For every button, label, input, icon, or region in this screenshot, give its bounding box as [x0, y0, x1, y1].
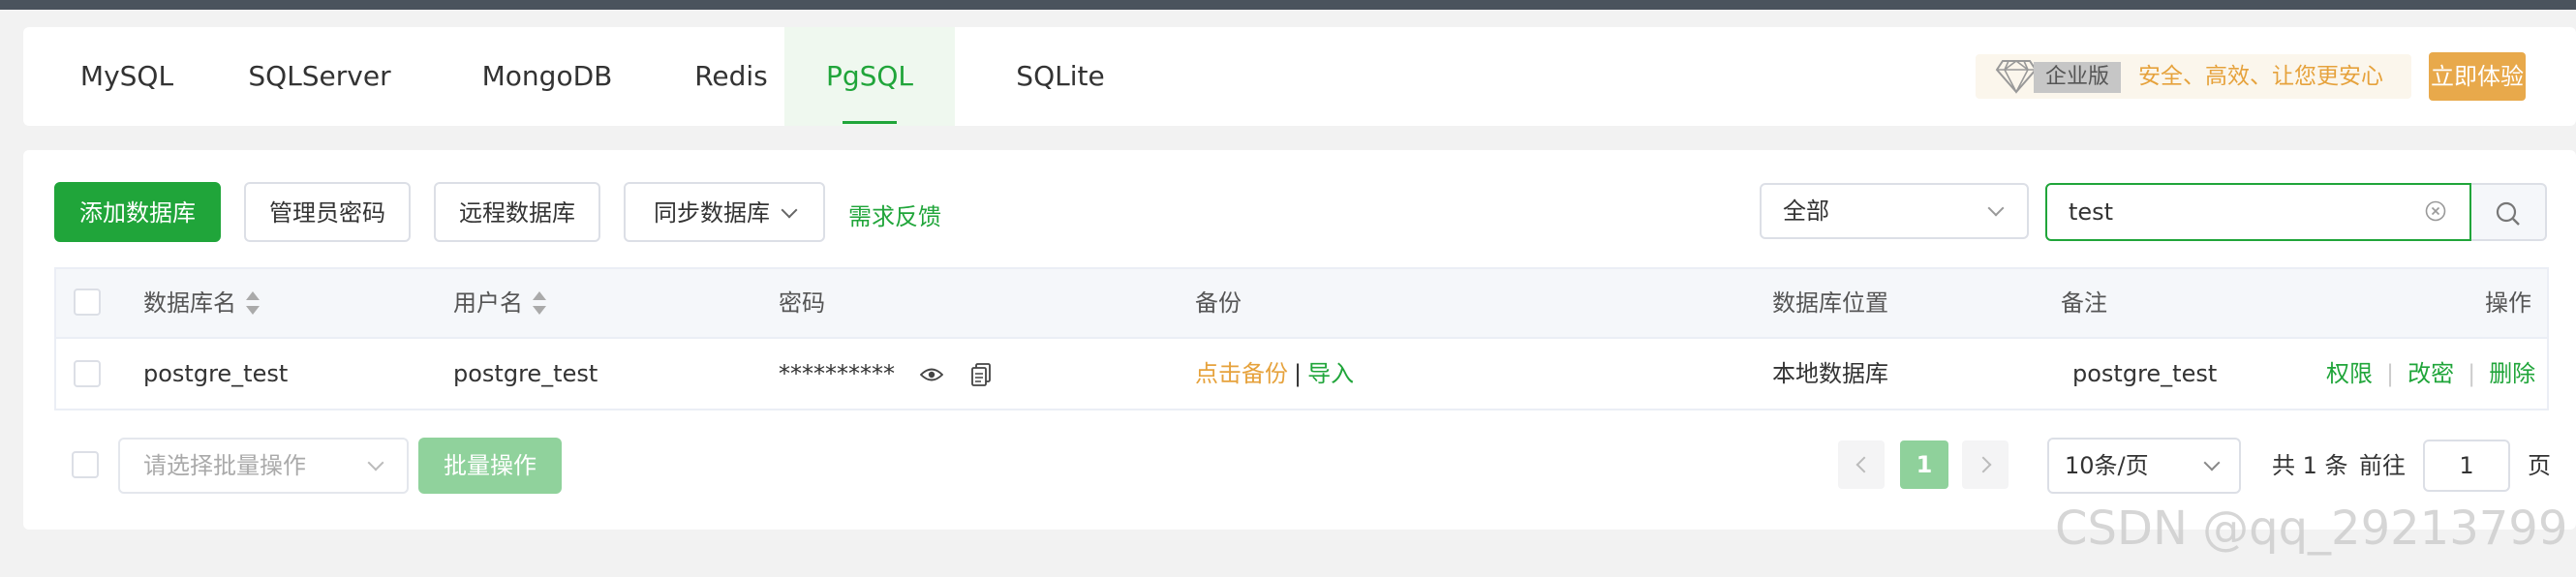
diamond-icon [1995, 60, 2038, 94]
location-cell: 本地数据库 [1772, 360, 1888, 387]
active-tab-indicator [843, 121, 897, 124]
chevron-left-icon [1855, 456, 1873, 473]
header-password: 密码 [779, 289, 825, 317]
chevron-down-icon [2203, 454, 2221, 471]
page-size-value: 10条/页 [2065, 452, 2149, 479]
chevron-down-icon [367, 454, 384, 471]
search-button[interactable] [2471, 183, 2547, 241]
page-size-select[interactable]: 10条/页 [2047, 438, 2241, 494]
tab-label: PgSQL [825, 60, 914, 92]
watermark: CSDN @qq_29213799 [2055, 501, 2568, 556]
copy-icon[interactable] [971, 363, 992, 386]
goto-label: 前往 [2359, 452, 2406, 479]
backup-cell: 点击备份 | 导入 [1195, 339, 1354, 409]
chevron-right-icon [1975, 456, 1992, 473]
enterprise-edition-badge: 企业版 [2034, 62, 2121, 93]
prev-page-button[interactable] [1838, 440, 1885, 489]
page-unit-label: 页 [2528, 452, 2551, 479]
select-all-checkbox[interactable] [74, 288, 101, 316]
next-page-button[interactable] [1962, 440, 2009, 489]
actions-cell: 权限 | 改密 | 删除 [2326, 339, 2535, 409]
sort-icon[interactable] [533, 291, 546, 315]
change-password-link[interactable]: 改密 [2407, 360, 2454, 387]
import-link[interactable]: 导入 [1307, 360, 1354, 387]
tab-redis[interactable]: Redis [668, 27, 794, 126]
search-icon [2496, 201, 2520, 226]
category-filter-value: 全部 [1783, 197, 1829, 225]
footer-select-all-checkbox[interactable] [72, 451, 99, 478]
try-now-button[interactable]: 立即体验 [2429, 52, 2526, 101]
tab-sqlite[interactable]: SQLite [988, 27, 1133, 126]
header-username[interactable]: 用户名 [453, 269, 546, 337]
tab-label: SQLite [1016, 60, 1105, 92]
separator: | [2468, 360, 2476, 387]
feedback-link[interactable]: 需求反馈 [848, 197, 941, 231]
promo-slogan: 安全、高效、让您更安心 [2138, 64, 2383, 89]
total-count: 共 1 条 [2272, 452, 2348, 479]
sort-icon[interactable] [246, 291, 260, 315]
header-db-name-label: 数据库名 [143, 289, 236, 317]
sync-database-dropdown[interactable]: 同步数据库 [624, 182, 825, 242]
tab-label: SQLServer [248, 60, 391, 92]
batch-operation-button[interactable]: 批量操作 [418, 438, 562, 494]
header-db-name[interactable]: 数据库名 [143, 269, 260, 337]
password-mask: ********** [779, 360, 895, 387]
database-table: 数据库名 用户名 密码 备份 数据库位置 备注 操作 postgre_test … [54, 267, 2549, 410]
batch-operation-placeholder: 请选择批量操作 [143, 452, 306, 479]
search-input-value: test [2069, 198, 2114, 226]
tab-label: Redis [694, 60, 768, 92]
sync-database-label: 同步数据库 [654, 199, 770, 227]
password-cell: ********** [779, 339, 992, 409]
top-bar [0, 0, 2576, 10]
permission-link[interactable]: 权限 [2326, 360, 2373, 387]
tab-pgsql[interactable]: PgSQL [784, 27, 955, 126]
row-checkbox[interactable] [74, 360, 101, 387]
header-username-label: 用户名 [453, 289, 523, 317]
tab-mongodb[interactable]: MongoDB [445, 27, 649, 126]
header-actions: 操作 [2485, 289, 2531, 317]
header-location: 数据库位置 [1772, 289, 1888, 317]
tab-mysql[interactable]: MySQL [58, 27, 196, 126]
admin-password-button[interactable]: 管理员密码 [244, 182, 411, 242]
backup-now-link[interactable]: 点击备份 [1195, 360, 1288, 387]
goto-page-input[interactable]: 1 [2423, 440, 2510, 492]
add-database-button[interactable]: 添加数据库 [54, 182, 221, 242]
eye-icon[interactable] [919, 366, 943, 383]
tab-label: MongoDB [481, 60, 613, 92]
tab-label: MySQL [79, 60, 174, 92]
table-header: 数据库名 用户名 密码 备份 数据库位置 备注 操作 [56, 269, 2547, 339]
current-page-button[interactable]: 1 [1900, 440, 1948, 489]
remark-cell[interactable]: postgre_test [2072, 339, 2217, 409]
remote-database-button[interactable]: 远程数据库 [434, 182, 600, 242]
batch-operation-select[interactable]: 请选择批量操作 [118, 438, 409, 494]
separator: | [1294, 360, 1303, 387]
username-cell: postgre_test [453, 360, 598, 387]
chevron-down-icon [781, 201, 798, 219]
header-backup: 备份 [1195, 289, 1242, 317]
search-input[interactable]: test [2045, 183, 2471, 241]
chevron-down-icon [1987, 199, 2005, 217]
separator: | [2386, 360, 2395, 387]
header-remark: 备注 [2061, 289, 2107, 317]
category-filter-select[interactable]: 全部 [1760, 183, 2029, 239]
db-name-cell: postgre_test [143, 360, 289, 387]
tab-sqlserver[interactable]: SQLServer [232, 27, 407, 126]
clear-icon[interactable] [2425, 200, 2446, 222]
delete-link[interactable]: 删除 [2489, 360, 2535, 387]
